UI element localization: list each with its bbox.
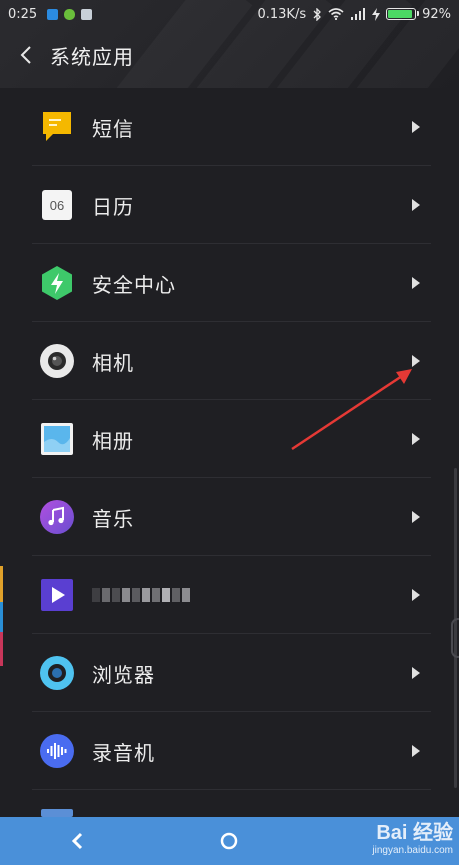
nav-back-button[interactable] — [49, 817, 105, 865]
list-item-label: 相机 — [92, 350, 134, 375]
battery-icon — [386, 8, 420, 20]
svg-text:06: 06 — [50, 198, 64, 213]
obscured-label — [92, 584, 190, 606]
navigation-bar: Bai 经验 jingyan.baidu.com — [0, 817, 459, 865]
status-time: 0:25 — [8, 6, 38, 22]
sms-icon — [39, 109, 75, 145]
bluetooth-icon — [313, 7, 322, 21]
back-arrow-icon — [71, 832, 83, 850]
home-circle-icon — [220, 832, 238, 850]
list-item-security[interactable]: 安全中心 — [0, 244, 459, 322]
frog-app-icon — [64, 8, 76, 20]
list-item-label: 录音机 — [92, 740, 155, 765]
title-bar: 系统应用 — [0, 32, 134, 78]
chevron-right-icon — [412, 745, 420, 757]
list-item-gallery[interactable]: 相册 — [0, 400, 459, 478]
list-item-label: 浏览器 — [92, 662, 155, 687]
nav-home-button[interactable] — [201, 817, 257, 865]
list-item-camera[interactable]: 相机 — [0, 322, 459, 400]
list-item-sms[interactable]: 短信 — [0, 88, 459, 166]
battery-percent: 92% — [422, 6, 451, 22]
chevron-right-icon — [412, 277, 420, 289]
list-item-music[interactable]: 音乐 — [0, 478, 459, 556]
status-right: 0.13K/s 92% — [257, 0, 451, 28]
edge-accent — [0, 566, 3, 602]
charging-icon — [372, 7, 381, 21]
list-item-label: 安全中心 — [92, 272, 176, 297]
list-item-label: 音乐 — [92, 506, 134, 531]
screen: 0:25 0.13K/s 92% 系统应用 短信 06 日历 安全中心 相机 相… — [0, 0, 459, 865]
app-notification-icon — [47, 8, 59, 20]
watermark: Bai 经验 jingyan.baidu.com — [372, 821, 453, 857]
list-item-label: 短信 — [92, 116, 134, 141]
list-item-calendar[interactable]: 06 日历 — [0, 166, 459, 244]
chevron-right-icon — [412, 433, 420, 445]
browser-icon — [39, 655, 75, 691]
chevron-right-icon — [412, 511, 420, 523]
list-item-label: 日历 — [92, 194, 134, 219]
recorder-icon — [39, 733, 75, 769]
chevron-right-icon — [412, 667, 420, 679]
chevron-right-icon — [412, 589, 420, 601]
list-item-video[interactable] — [0, 556, 459, 634]
page-title: 系统应用 — [50, 44, 134, 69]
chevron-right-icon[interactable] — [411, 354, 421, 368]
status-bar: 0:25 0.13K/s 92% — [0, 0, 459, 28]
battery-fill — [388, 10, 412, 18]
signal-icon — [351, 8, 366, 20]
chevron-right-icon — [412, 199, 420, 211]
side-drawer-handle[interactable] — [451, 618, 459, 658]
watermark-logo: Bai 经验 — [376, 822, 453, 844]
watermark-url: jingyan.baidu.com — [372, 845, 453, 856]
edge-accent — [0, 602, 3, 632]
security-center-icon — [39, 265, 75, 301]
calendar-icon: 06 — [39, 187, 75, 223]
app-list: 短信 06 日历 安全中心 相机 相册 音乐 浏览器 录音机 — [0, 88, 459, 830]
gallery-icon — [39, 421, 75, 457]
wifi-icon — [328, 8, 344, 20]
edge-accent — [0, 632, 3, 666]
list-item-label: 相册 — [92, 428, 134, 453]
video-icon — [39, 577, 75, 613]
back-button[interactable] — [6, 32, 46, 78]
camera-icon — [39, 343, 75, 379]
network-speed: 0.13K/s — [257, 6, 307, 22]
chevron-right-icon — [412, 121, 420, 133]
music-icon — [39, 499, 75, 535]
list-item-recorder[interactable]: 录音机 — [0, 712, 459, 790]
chevron-left-icon — [20, 46, 31, 64]
list-item-browser[interactable]: 浏览器 — [0, 634, 459, 712]
message-app-icon — [81, 8, 93, 20]
header: 0:25 0.13K/s 92% 系统应用 — [0, 0, 459, 88]
